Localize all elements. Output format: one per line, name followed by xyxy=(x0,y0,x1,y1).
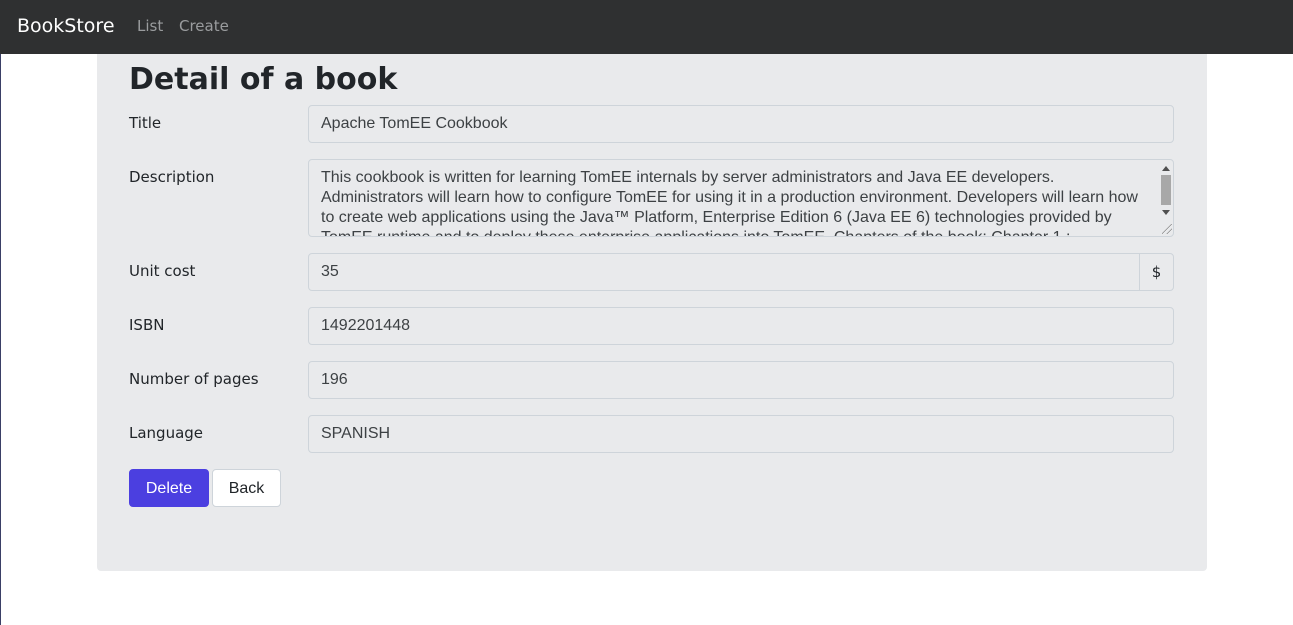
page-left-edge xyxy=(0,54,1,625)
unit-cost-field[interactable]: 35 xyxy=(308,253,1140,291)
description-label: Description xyxy=(129,168,215,186)
description-textarea[interactable]: This cookbook is written for learning To… xyxy=(308,159,1174,237)
pages-label: Number of pages xyxy=(129,370,259,388)
delete-button[interactable]: Delete xyxy=(129,469,209,507)
page-title: Detail of a book xyxy=(129,62,398,97)
title-field[interactable]: Apache TomEE Cookbook xyxy=(308,105,1174,143)
scroll-down-arrow-icon[interactable] xyxy=(1162,210,1170,215)
scroll-thumb[interactable] xyxy=(1161,175,1171,205)
top-navbar: BookStore List Create xyxy=(0,0,1293,54)
currency-addon: $ xyxy=(1139,253,1174,291)
scroll-up-arrow-icon[interactable] xyxy=(1162,166,1170,171)
nav-link-list[interactable]: List xyxy=(137,17,163,35)
brand-link[interactable]: BookStore xyxy=(17,13,115,39)
isbn-label: ISBN xyxy=(129,316,165,334)
language-label: Language xyxy=(129,424,204,442)
title-label: Title xyxy=(129,114,162,132)
language-field[interactable]: SPANISH xyxy=(308,415,1174,453)
back-button[interactable]: Back xyxy=(212,469,281,507)
isbn-field[interactable]: 1492201448 xyxy=(308,307,1174,345)
unit-cost-label: Unit cost xyxy=(129,262,196,280)
resize-grip-icon[interactable] xyxy=(1162,224,1172,234)
pages-field[interactable]: 196 xyxy=(308,361,1174,399)
nav-link-create[interactable]: Create xyxy=(179,17,229,35)
